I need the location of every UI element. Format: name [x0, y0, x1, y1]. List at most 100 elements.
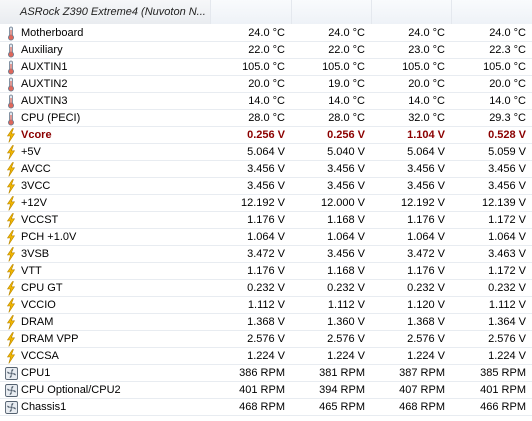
lightning-icon: [4, 212, 18, 228]
fan-icon: [4, 399, 18, 415]
column-header-average[interactable]: [451, 0, 532, 24]
sensor-value-minimum: 465 RPM: [319, 401, 365, 413]
sensor-name-cell: VTT: [0, 263, 210, 279]
sensor-value-minimum: 1.224 V: [327, 350, 365, 362]
sensor-row-motherboard[interactable]: Motherboard 24.0 °C 24.0 °C 24.0 °C 24.0…: [0, 25, 532, 42]
sensor-value-minimum: 1.064 V: [327, 231, 365, 243]
sensor-row-auxtin2[interactable]: AUXTIN2 20.0 °C 19.0 °C 20.0 °C 20.0 °C: [0, 76, 532, 93]
sensor-row-vccsa[interactable]: VCCSA 1.224 V 1.224 V 1.224 V 1.224 V: [0, 348, 532, 365]
sensor-name-cell: +5V: [0, 144, 210, 160]
sensor-value-current: 1.368 V: [247, 316, 285, 328]
sensor-value-average: 3.456 V: [488, 163, 526, 175]
sensor-value-current: 0.232 V: [247, 282, 285, 294]
sensor-row-3vsb[interactable]: 3VSB 3.472 V 3.456 V 3.472 V 3.463 V: [0, 246, 532, 263]
sensor-label: +12V: [21, 196, 47, 209]
sensor-value-maximum: 3.456 V: [407, 180, 445, 192]
sensor-value-maximum: 387 RPM: [399, 367, 445, 379]
sensor-label: VCCSA: [21, 349, 59, 362]
fan-icon: [4, 382, 18, 398]
sensor-row-auxtin1[interactable]: AUXTIN1 105.0 °C 105.0 °C 105.0 °C 105.0…: [0, 59, 532, 76]
sensor-value-maximum: 2.576 V: [407, 333, 445, 345]
sensor-row-dram-vpp[interactable]: DRAM VPP 2.576 V 2.576 V 2.576 V 2.576 V: [0, 331, 532, 348]
lightning-icon: [4, 178, 18, 194]
sensor-value-average: 22.3 °C: [489, 44, 526, 56]
fan-icon: [4, 365, 18, 381]
sensor-row-pch-1-0v[interactable]: PCH +1.0V 1.064 V 1.064 V 1.064 V 1.064 …: [0, 229, 532, 246]
sensor-header: ASRock Z390 Extreme4 (Nuvoton N...: [0, 0, 532, 24]
sensor-label: PCH +1.0V: [21, 230, 77, 243]
sensor-value-average: 20.0 °C: [489, 78, 526, 90]
thermometer-icon: [4, 42, 18, 58]
sensor-row-vcore[interactable]: Vcore 0.256 V 0.256 V 1.104 V 0.528 V: [0, 127, 532, 144]
sensor-value-current: 3.472 V: [247, 248, 285, 260]
sensor-row-vccio[interactable]: VCCIO 1.112 V 1.112 V 1.120 V 1.112 V: [0, 297, 532, 314]
sensor-value-current: 1.224 V: [247, 350, 285, 362]
lightning-icon: [4, 195, 18, 211]
sensor-value-minimum: 2.576 V: [327, 333, 365, 345]
sensor-row-cpu-optional-cpu2[interactable]: CPU Optional/CPU2 401 RPM 394 RPM 407 RP…: [0, 382, 532, 399]
sensor-name-cell: Motherboard: [0, 25, 210, 41]
sensor-value-current: 1.176 V: [247, 214, 285, 226]
sensor-value-minimum: 3.456 V: [327, 163, 365, 175]
sensor-value-maximum: 1.224 V: [407, 350, 445, 362]
sensor-row-vccst[interactable]: VCCST 1.176 V 1.168 V 1.176 V 1.172 V: [0, 212, 532, 229]
sensor-label: VTT: [21, 264, 42, 277]
lightning-icon: [4, 348, 18, 364]
sensor-value-minimum: 5.040 V: [327, 146, 365, 158]
sensor-row-dram[interactable]: DRAM 1.368 V 1.360 V 1.368 V 1.364 V: [0, 314, 532, 331]
sensor-row-cpu-gt[interactable]: CPU GT 0.232 V 0.232 V 0.232 V 0.232 V: [0, 280, 532, 297]
lightning-icon: [4, 161, 18, 177]
column-header-current[interactable]: [210, 0, 291, 24]
sensor-value-average: 14.0 °C: [489, 95, 526, 107]
sensor-name-cell: Auxiliary: [0, 42, 210, 58]
sensor-value-average: 1.172 V: [488, 214, 526, 226]
sensor-row-5v[interactable]: +5V 5.064 V 5.040 V 5.064 V 5.059 V: [0, 144, 532, 161]
sensor-value-maximum: 14.0 °C: [408, 95, 445, 107]
sensor-label: AUXTIN2: [21, 77, 68, 90]
sensor-value-maximum: 32.0 °C: [408, 112, 445, 124]
sensor-label: VCCST: [21, 213, 59, 226]
device-title[interactable]: ASRock Z390 Extreme4 (Nuvoton N...: [0, 0, 210, 24]
column-header-maximum[interactable]: [371, 0, 451, 24]
column-header-minimum[interactable]: [291, 0, 371, 24]
sensor-row-auxtin3[interactable]: AUXTIN3 14.0 °C 14.0 °C 14.0 °C 14.0 °C: [0, 93, 532, 110]
sensor-value-current: 401 RPM: [239, 384, 285, 396]
sensor-row-vtt[interactable]: VTT 1.176 V 1.168 V 1.176 V 1.172 V: [0, 263, 532, 280]
sensor-row-cpu1[interactable]: CPU1 386 RPM 381 RPM 387 RPM 385 RPM: [0, 365, 532, 382]
sensor-label: VCCIO: [21, 298, 56, 311]
sensor-value-minimum: 12.000 V: [320, 197, 365, 209]
sensor-row-avcc[interactable]: AVCC 3.456 V 3.456 V 3.456 V 3.456 V: [0, 161, 532, 178]
sensor-label: CPU (PECI): [21, 111, 81, 124]
sensor-value-average: 1.064 V: [488, 231, 526, 243]
sensor-value-minimum: 19.0 °C: [328, 78, 365, 90]
sensor-row-auxiliary[interactable]: Auxiliary 22.0 °C 22.0 °C 23.0 °C 22.3 °…: [0, 42, 532, 59]
sensor-row-cpu-peci[interactable]: CPU (PECI) 28.0 °C 28.0 °C 32.0 °C 29.3 …: [0, 110, 532, 127]
sensor-value-current: 5.064 V: [247, 146, 285, 158]
sensor-value-average: 0.528 V: [488, 129, 526, 141]
sensor-value-average: 3.463 V: [488, 248, 526, 260]
sensor-value-minimum: 3.456 V: [327, 248, 365, 260]
sensor-name-cell: VCCSA: [0, 348, 210, 364]
sensor-value-minimum: 1.168 V: [327, 265, 365, 277]
sensor-name-cell: DRAM VPP: [0, 331, 210, 347]
lightning-icon: [4, 280, 18, 296]
sensor-value-average: 385 RPM: [480, 367, 526, 379]
sensor-row-chassis1[interactable]: Chassis1 468 RPM 465 RPM 468 RPM 466 RPM: [0, 399, 532, 416]
sensor-value-minimum: 1.360 V: [327, 316, 365, 328]
sensor-value-current: 22.0 °C: [248, 44, 285, 56]
sensor-value-maximum: 1.120 V: [407, 299, 445, 311]
sensor-row-12v[interactable]: +12V 12.192 V 12.000 V 12.192 V 12.139 V: [0, 195, 532, 212]
sensor-value-maximum: 105.0 °C: [402, 61, 445, 73]
sensor-value-average: 1.364 V: [488, 316, 526, 328]
sensor-row-3vcc[interactable]: 3VCC 3.456 V 3.456 V 3.456 V 3.456 V: [0, 178, 532, 195]
lightning-icon: [4, 331, 18, 347]
sensor-name-cell: VCCST: [0, 212, 210, 228]
lightning-icon: [4, 229, 18, 245]
sensor-value-average: 12.139 V: [481, 197, 526, 209]
sensor-name-cell: +12V: [0, 195, 210, 211]
sensor-value-current: 105.0 °C: [242, 61, 285, 73]
sensor-value-maximum: 23.0 °C: [408, 44, 445, 56]
lightning-icon: [4, 246, 18, 262]
lightning-icon: [4, 263, 18, 279]
sensor-value-current: 2.576 V: [247, 333, 285, 345]
